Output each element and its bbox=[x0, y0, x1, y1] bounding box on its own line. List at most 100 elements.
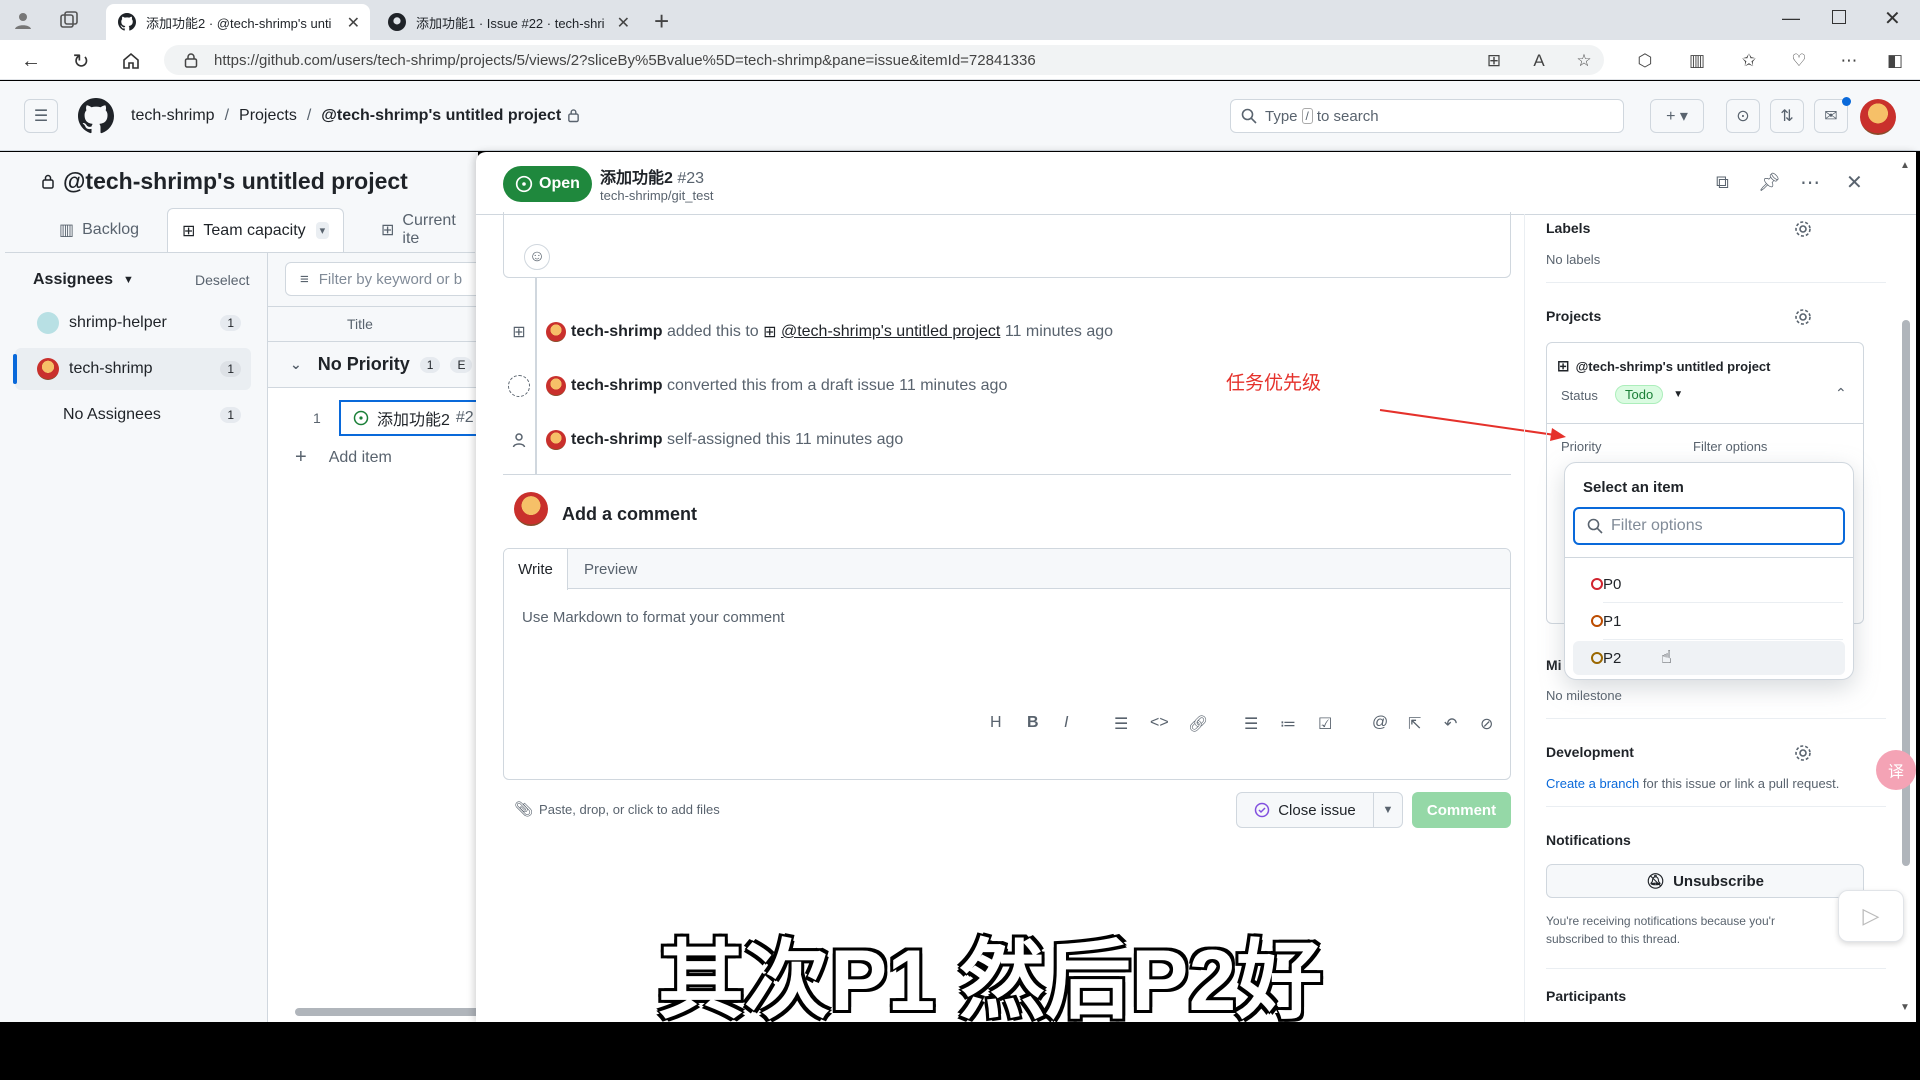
app-available-icon[interactable]: ⊞ bbox=[1483, 50, 1505, 72]
slice-by-header[interactable]: Assignees ▼ bbox=[33, 271, 134, 289]
tab-current-iteration[interactable]: ⊞ Current ite bbox=[367, 208, 478, 252]
extensions-icon[interactable]: ⬡ bbox=[1634, 50, 1656, 72]
add-item-button[interactable]: + Add item bbox=[295, 446, 392, 469]
tab-inactive[interactable]: 添加功能1 · Issue #22 · tech-shri ✕ bbox=[376, 4, 640, 40]
unordered-list-icon[interactable]: ☰ bbox=[1244, 714, 1258, 734]
create-new-button[interactable]: + ▾ bbox=[1650, 99, 1704, 133]
dropdown-filter-input[interactable]: Filter options bbox=[1573, 507, 1845, 545]
task-list-icon[interactable]: ☑ bbox=[1318, 714, 1332, 734]
status-field[interactable]: Todo ▼ bbox=[1615, 385, 1683, 404]
close-issue-options-icon[interactable]: ▼ bbox=[1373, 792, 1403, 828]
table-row[interactable]: 添加功能2 #2 bbox=[339, 400, 483, 436]
labels-gear-icon[interactable] bbox=[1794, 220, 1812, 238]
heading-icon[interactable]: H bbox=[990, 714, 1002, 732]
breadcrumb-projects[interactable]: Projects bbox=[239, 107, 297, 125]
tab-close-icon[interactable]: ✕ bbox=[347, 13, 360, 33]
link-icon[interactable]: 🔗︎ bbox=[1188, 714, 1208, 734]
tab-close-icon[interactable]: ✕ bbox=[617, 13, 630, 33]
workspaces-icon[interactable] bbox=[58, 9, 80, 31]
github-logo-icon[interactable] bbox=[78, 98, 114, 134]
ordered-list-icon[interactable]: ≔ bbox=[1280, 714, 1296, 734]
editor-placeholder[interactable]: Use Markdown to format your comment bbox=[522, 609, 785, 626]
breadcrumb-user[interactable]: tech-shrimp bbox=[131, 107, 215, 125]
scroll-up-icon[interactable]: ▲ bbox=[1900, 160, 1910, 171]
tab-active[interactable]: 添加功能2 · @tech-shrimp's unti ✕ bbox=[106, 4, 370, 40]
comment-button[interactable]: Comment bbox=[1412, 792, 1511, 828]
split-screen-icon[interactable]: ▥ bbox=[1686, 50, 1708, 72]
development-description: for this issue or link a pull request. bbox=[1642, 776, 1840, 791]
user-avatar[interactable] bbox=[1860, 99, 1896, 135]
quote-icon[interactable]: ☰ bbox=[1114, 714, 1128, 734]
tab-team-capacity[interactable]: ⊞ Team capacity ▾ bbox=[167, 208, 345, 252]
close-issue-button[interactable]: Close issue bbox=[1236, 792, 1374, 828]
pull-requests-icon[interactable]: ⇅ bbox=[1770, 99, 1804, 133]
view-options-chevron-icon[interactable]: ▾ bbox=[315, 222, 330, 239]
bold-icon[interactable]: B bbox=[1027, 714, 1039, 732]
preview-tab[interactable]: Preview bbox=[584, 561, 637, 578]
collapse-icon[interactable]: ⌃ bbox=[1835, 385, 1847, 402]
notification-reason-line2: subscribed to this thread. bbox=[1546, 932, 1681, 946]
pin-icon[interactable]: 📌︎ bbox=[1758, 172, 1781, 193]
hamburger-menu-icon[interactable]: ☰ bbox=[24, 99, 58, 133]
filter-input[interactable]: ≡ Filter by keyword or b bbox=[285, 262, 485, 296]
reload-icon[interactable]: ↻ bbox=[68, 48, 94, 74]
browser-essentials-icon[interactable]: ♡ bbox=[1788, 50, 1810, 72]
translate-float-icon[interactable]: 译 bbox=[1876, 750, 1916, 790]
issue-repo[interactable]: tech-shrimp/git_test bbox=[600, 188, 713, 203]
group-header[interactable]: ⌄ No Priority 1 E bbox=[268, 342, 483, 388]
code-icon[interactable]: <> bbox=[1150, 714, 1169, 732]
projects-gear-icon[interactable] bbox=[1794, 308, 1812, 326]
create-branch-link[interactable]: Create a branch bbox=[1546, 776, 1639, 791]
slice-item-shrimp-helper[interactable]: shrimp-helper 1 bbox=[25, 302, 251, 344]
breadcrumb-separator: / bbox=[306, 107, 312, 124]
add-reaction-icon[interactable]: ☺ bbox=[524, 244, 550, 270]
development-heading: Development bbox=[1546, 744, 1634, 760]
mention-icon[interactable]: @ bbox=[1372, 714, 1388, 732]
favorite-star-icon[interactable]: ☆ bbox=[1573, 50, 1595, 72]
read-aloud-icon[interactable]: A bbox=[1528, 50, 1550, 72]
attach-hint-text: Paste, drop, or click to add files bbox=[539, 801, 720, 817]
close-panel-icon[interactable]: ✕ bbox=[1846, 170, 1863, 195]
undo-icon[interactable]: ↶ bbox=[1444, 714, 1457, 734]
unsubscribe-button[interactable]: 🔕︎ Unsubscribe bbox=[1546, 864, 1864, 898]
slice-item-tech-shrimp[interactable]: tech-shrimp 1 bbox=[13, 348, 251, 390]
home-icon[interactable] bbox=[118, 48, 144, 74]
event-actor[interactable]: tech-shrimp bbox=[571, 377, 663, 395]
priority-option-p1[interactable]: P1 bbox=[1573, 604, 1845, 638]
project-card-title[interactable]: ⊞ @tech-shrimp's untitled project bbox=[1557, 357, 1770, 375]
priority-option-p0[interactable]: P0 bbox=[1573, 567, 1845, 601]
tab-backlog[interactable]: ▥ Backlog bbox=[45, 208, 153, 252]
reference-icon[interactable]: ⇱ bbox=[1408, 714, 1421, 734]
global-search-input[interactable]: Type / to search bbox=[1230, 99, 1624, 133]
sidebar-toggle-icon[interactable]: ◧ bbox=[1884, 50, 1906, 72]
restore-icon[interactable] bbox=[1832, 10, 1846, 24]
new-tab-icon[interactable]: + bbox=[654, 6, 669, 37]
event-actor[interactable]: tech-shrimp bbox=[571, 431, 663, 449]
breadcrumb-project[interactable]: @tech-shrimp's untitled project bbox=[321, 107, 561, 125]
favorites-icon[interactable]: ✩ bbox=[1738, 50, 1760, 72]
event-actor[interactable]: tech-shrimp bbox=[571, 323, 663, 341]
column-header-title[interactable]: Title bbox=[347, 316, 373, 332]
issues-icon[interactable]: ⊙ bbox=[1726, 99, 1760, 133]
copy-link-icon[interactable]: ⧉ bbox=[1716, 172, 1729, 193]
italic-icon[interactable]: I bbox=[1064, 714, 1068, 732]
slice-item-no-assignees[interactable]: No Assignees 1 bbox=[25, 394, 251, 436]
url-field[interactable]: https://github.com/users/tech-shrimp/pro… bbox=[164, 45, 1604, 75]
slash-commands-icon[interactable]: ⊘ bbox=[1480, 714, 1493, 734]
back-icon[interactable]: ← bbox=[18, 48, 44, 74]
priority-option-p2[interactable]: P2 ☝︎ bbox=[1573, 641, 1845, 675]
more-menu-icon[interactable]: ⋯ bbox=[1838, 50, 1860, 72]
play-overlay-button[interactable]: ▷ bbox=[1838, 890, 1904, 942]
labels-value: No labels bbox=[1546, 252, 1601, 267]
write-tab[interactable]: Write bbox=[504, 549, 568, 590]
development-gear-icon[interactable] bbox=[1794, 744, 1812, 762]
attach-files-hint[interactable]: 📎︎ Paste, drop, or click to add files bbox=[514, 800, 720, 818]
profile-icon[interactable] bbox=[12, 9, 34, 31]
deselect-button[interactable]: Deselect bbox=[195, 272, 249, 288]
minimize-icon[interactable]: — bbox=[1782, 8, 1800, 29]
more-options-icon[interactable]: ⋯ bbox=[1800, 170, 1820, 195]
scroll-down-icon[interactable]: ▼ bbox=[1900, 1002, 1910, 1013]
horizontal-scrollbar[interactable] bbox=[295, 1008, 483, 1016]
close-window-icon[interactable]: ✕ bbox=[1884, 6, 1901, 31]
event-project-link[interactable]: @tech-shrimp's untitled project bbox=[781, 323, 1000, 341]
